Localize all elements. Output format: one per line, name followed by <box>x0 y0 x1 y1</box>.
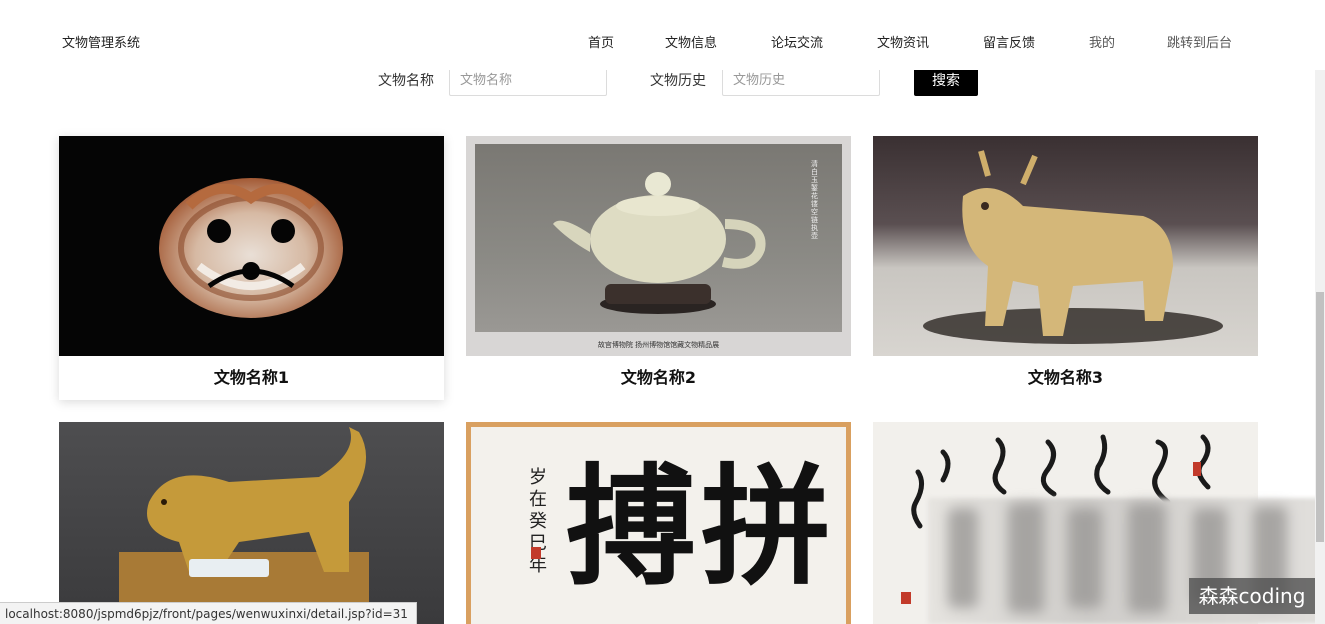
teapot-side-text: 清白玉錾花镂空链执壶 <box>811 160 818 240</box>
nav-home[interactable]: 首页 <box>588 32 614 51</box>
main-nav: 首页 文物信息 论坛交流 文物资讯 留言反馈 我的 跳转到后台 <box>0 32 1325 52</box>
page-scrollbar[interactable] <box>1315 70 1325 624</box>
relic-title[interactable]: 文物名称3 <box>873 356 1258 400</box>
teapot-caption: 故宫博物院 扬州博物馆馆藏文物精品展 <box>597 341 720 349</box>
history-search-label: 文物历史 <box>650 73 706 89</box>
nav-news[interactable]: 文物资讯 <box>877 32 929 51</box>
top-header: 文物管理系统 首页 文物信息 论坛交流 文物资讯 留言反馈 我的 跳转到后台 <box>0 0 1325 70</box>
relic-image-calligraphy[interactable]: 岁在癸巳年 搏 拼 <box>466 422 851 624</box>
nav-mine[interactable]: 我的 <box>1089 32 1115 51</box>
relic-image-jade-teapot[interactable]: 故宫博物院 扬州博物馆馆藏文物精品展 清白玉錾花镂空链执壶 <box>466 136 851 356</box>
pottery-ox-illustration <box>923 150 1223 344</box>
scrollbar-thumb[interactable] <box>1316 292 1324 542</box>
search-button[interactable]: 搜索 <box>914 66 978 96</box>
nav-forum[interactable]: 论坛交流 <box>771 32 823 51</box>
calligraphy-char-2: 拼 <box>701 450 832 603</box>
relic-title[interactable]: 文物名称1 <box>59 356 444 400</box>
jade-teapot-illustration <box>553 172 766 314</box>
calligraphy-paper: 岁在癸巳年 搏 拼 <box>471 427 846 624</box>
relic-card[interactable]: 岁在癸巳年 搏 拼 <box>466 422 851 624</box>
nav-relic-info[interactable]: 文物信息 <box>665 32 717 51</box>
relic-card[interactable]: 故宫博物院 扬州博物馆馆藏文物精品展 清白玉錾花镂空链执壶 文物名称2 <box>466 136 851 400</box>
jade-pendant-illustration <box>159 178 343 318</box>
calligraphy-side-text: 岁在癸巳年 <box>529 467 547 576</box>
calligraphy-char-1: 搏 <box>566 450 697 603</box>
watermark-label: 森森coding <box>1189 578 1315 614</box>
status-bar-url: localhost:8080/jspmd6pjz/front/pages/wen… <box>0 602 417 624</box>
history-search-input[interactable]: 文物历史 <box>722 66 880 96</box>
seal-stamp-icon <box>531 547 541 559</box>
nav-admin[interactable]: 跳转到后台 <box>1167 32 1232 51</box>
teapot-photo-frame <box>475 144 842 332</box>
relic-card[interactable] <box>59 422 444 624</box>
relic-card[interactable]: 文物名称1 <box>59 136 444 400</box>
relic-card[interactable]: 文物名称3 <box>873 136 1258 400</box>
relic-image-gilt-beast[interactable] <box>59 422 444 624</box>
relic-image-jade-pendant[interactable] <box>59 136 444 356</box>
gilt-beast-illustration <box>119 427 369 624</box>
name-search-input[interactable]: 文物名称 <box>449 66 607 96</box>
nav-feedback[interactable]: 留言反馈 <box>983 32 1035 51</box>
name-search-label: 文物名称 <box>378 73 434 89</box>
relic-title[interactable]: 文物名称2 <box>466 356 851 400</box>
relic-image-pottery-ox[interactable] <box>873 136 1258 356</box>
